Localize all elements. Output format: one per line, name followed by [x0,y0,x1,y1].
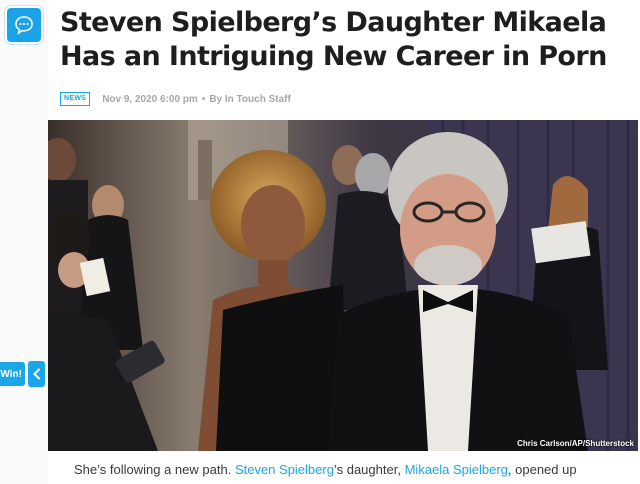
article-headline: Steven Spielberg’s Daughter Mikaela Has … [60,7,607,72]
win-tab-label: Win! [0,368,22,380]
left-gutter [0,0,48,484]
chevron-left-icon [32,368,40,380]
body-end: , opened up [507,462,577,477]
category-badge[interactable]: NEWS [60,92,91,106]
collapse-button[interactable] [28,361,45,387]
win-tab[interactable]: Win! [0,362,25,386]
link-mikaela-spielberg[interactable]: Mikaela Spielberg [405,462,508,477]
photo-credit: Chris Carlson/AP/Shutterstock [517,439,634,448]
article-meta: NEWS Nov 9, 2020 6:00 pm • By In Touch S… [60,92,291,106]
body-intro: She’s following a new path. [74,462,232,477]
body-mid: ’s daughter, [333,462,401,477]
meta-separator: • [201,93,206,105]
byline[interactable]: By In Touch Staff [209,94,290,105]
publish-date: Nov 9, 2020 6:00 pm [102,93,198,105]
article-body-first-line: She’s following a new path. Steven Spiel… [74,462,634,477]
photo-illustration [48,120,638,451]
link-steven-spielberg[interactable]: Steven Spielberg [235,462,334,477]
chat-button[interactable] [7,8,41,42]
chat-bubble-icon [15,16,33,35]
article-photo: Chris Carlson/AP/Shutterstock [48,120,638,451]
